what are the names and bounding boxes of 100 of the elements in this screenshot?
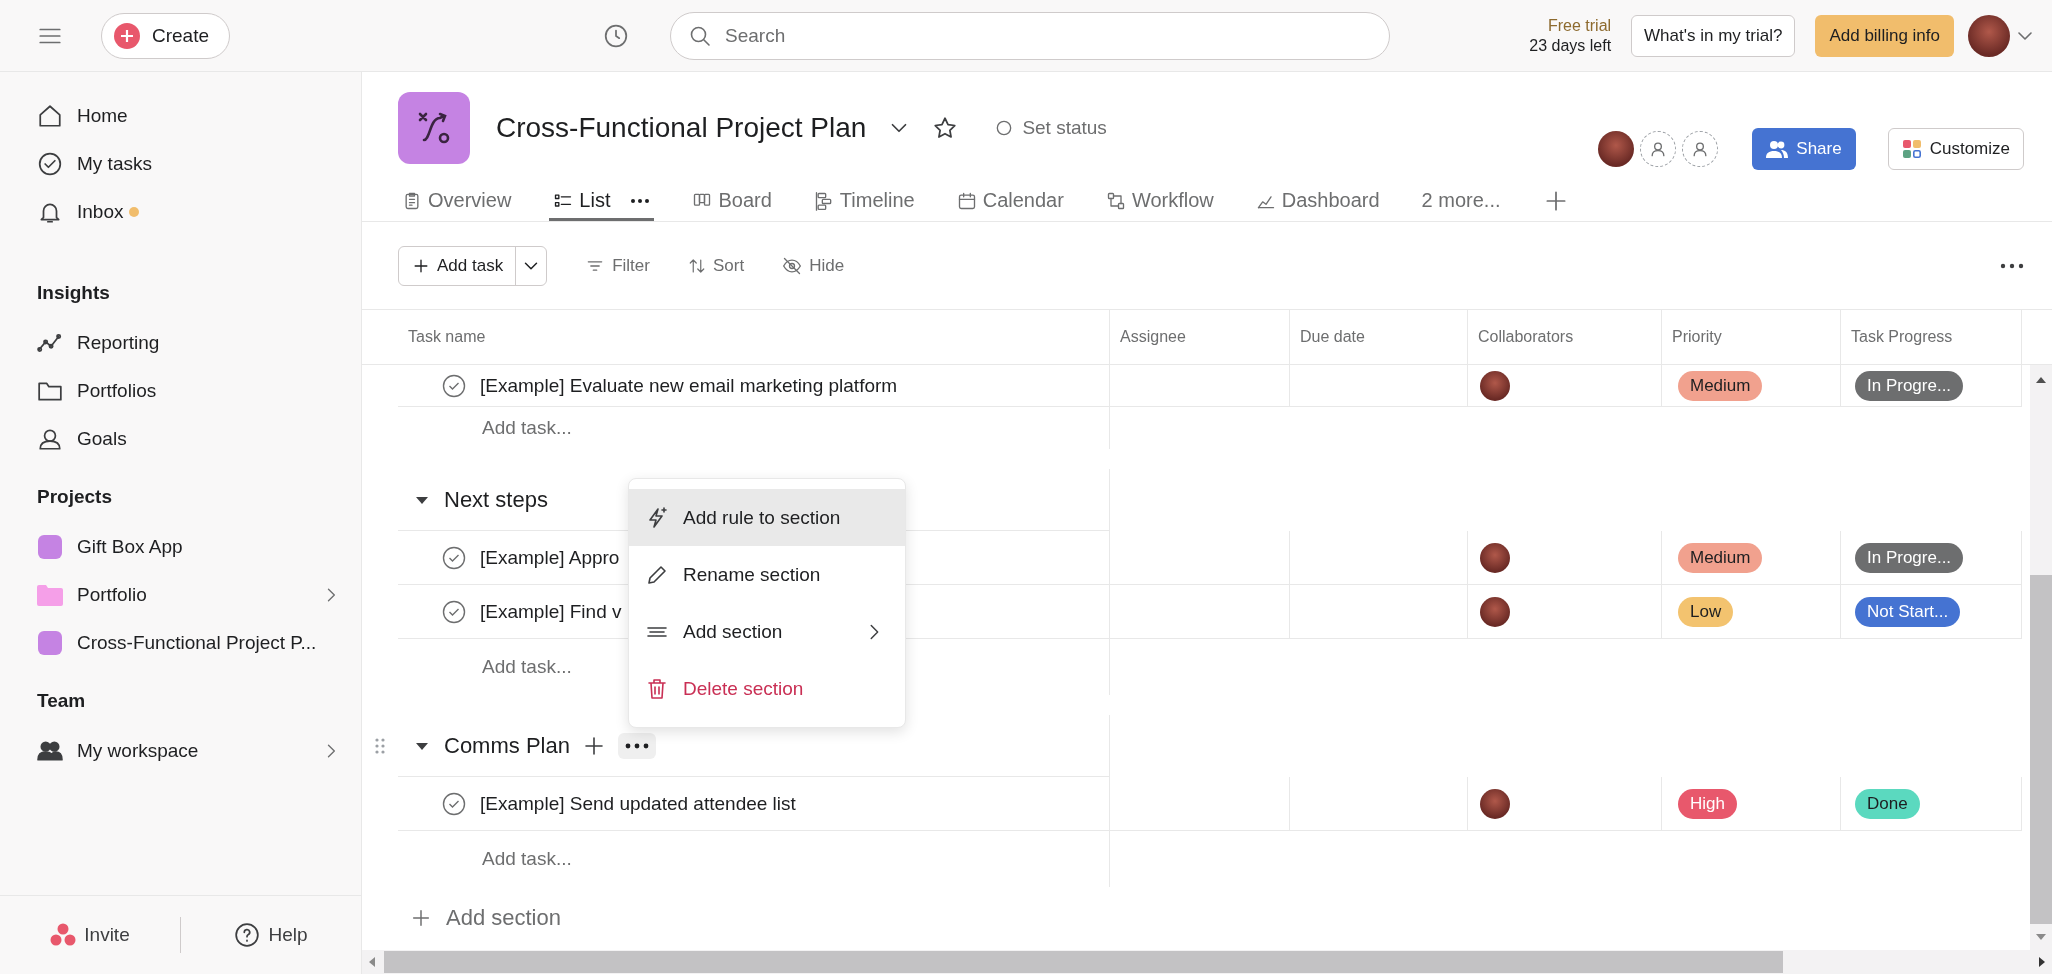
customize-button[interactable]: Customize: [1887, 128, 2024, 170]
help-icon: [234, 922, 261, 948]
plus-icon: [114, 22, 140, 49]
horizontal-scrollbar[interactable]: [362, 950, 2052, 974]
drag-handle-icon[interactable]: [374, 737, 386, 755]
more-options-icon[interactable]: [2000, 262, 2024, 269]
priority-tag[interactable]: Medium: [1678, 542, 1763, 573]
priority-tag[interactable]: Low: [1678, 596, 1734, 627]
sidebar-item[interactable]: Cross-Functional Project P...: [0, 619, 361, 667]
set-status-button[interactable]: Set status: [994, 117, 1107, 139]
user-avatar: [1968, 14, 2010, 57]
view-tab[interactable]: Dashboard: [1251, 183, 1384, 221]
collaborator-avatar: [1480, 788, 1510, 819]
scroll-right-icon[interactable]: [2038, 956, 2046, 968]
trash-icon: [645, 676, 669, 701]
scroll-left-icon[interactable]: [368, 956, 376, 968]
menu-item[interactable]: Add section: [629, 603, 905, 660]
sidebar-item[interactable]: Inbox: [0, 188, 361, 236]
task-name[interactable]: [Example] Send updated attendee list: [480, 792, 796, 815]
more-tabs-button[interactable]: 2 more...: [1417, 183, 1505, 221]
hide-button[interactable]: Hide: [782, 255, 845, 276]
filter-button[interactable]: Filter: [585, 255, 650, 276]
project-title: Cross-Functional Project Plan: [496, 112, 867, 144]
column-header[interactable]: Task Progress: [1841, 310, 2022, 364]
collaborator-avatar: [1480, 596, 1510, 627]
collaborator-avatar: [1480, 542, 1510, 573]
help-button[interactable]: Help: [181, 922, 361, 948]
billing-button[interactable]: Add billing info: [1815, 14, 1954, 57]
sidebar-item[interactable]: Reporting: [0, 319, 361, 367]
vertical-scrollbar[interactable]: [2030, 365, 2052, 950]
view-tab[interactable]: Workflow: [1101, 183, 1218, 221]
create-button[interactable]: Create: [101, 12, 231, 59]
add-section-button[interactable]: Add section: [362, 887, 2030, 949]
add-task-link[interactable]: Add task...: [482, 656, 572, 678]
workflow-icon: [1105, 190, 1126, 211]
people-icon: [1766, 139, 1789, 159]
home-icon: [37, 103, 63, 129]
clock-icon: [603, 22, 630, 49]
trial-info-button[interactable]: What's in my trial?: [1631, 14, 1796, 57]
more-options-icon[interactable]: [623, 741, 650, 750]
menu-item[interactable]: Rename section: [629, 546, 905, 603]
task-name[interactable]: [Example] Find v: [480, 600, 622, 623]
menu-item[interactable]: Add rule to section: [629, 489, 905, 546]
column-header[interactable]: Assignee: [1110, 310, 1290, 364]
sidebar-item[interactable]: Goals: [0, 415, 361, 463]
plus-icon: [410, 907, 432, 929]
progress-tag[interactable]: Done: [1855, 788, 1920, 819]
progress-tag[interactable]: In Progre...: [1855, 370, 1964, 401]
check-circle-icon[interactable]: [442, 373, 466, 398]
member-avatar: [1598, 131, 1635, 167]
section-title[interactable]: Next steps: [444, 486, 548, 513]
add-task-link[interactable]: Add task...: [482, 417, 572, 439]
invite-button[interactable]: Invite: [0, 923, 180, 947]
column-header[interactable]: Priority: [1662, 310, 1841, 364]
search-field[interactable]: Search: [670, 11, 1391, 60]
task-name[interactable]: [Example] Appro: [480, 546, 620, 569]
view-tab[interactable]: Timeline: [809, 183, 919, 221]
priority-tag[interactable]: Medium: [1678, 370, 1763, 401]
sidebar-item[interactable]: Portfolios: [0, 367, 361, 415]
check-circle-icon[interactable]: [442, 545, 466, 570]
project-icon: [398, 92, 470, 164]
sort-button[interactable]: Sort: [687, 255, 745, 276]
check-circle-icon: [37, 151, 63, 177]
sidebar-item[interactable]: My tasks: [0, 140, 361, 188]
chevron-down-icon: [2018, 31, 2032, 40]
sidebar-item[interactable]: Home: [0, 92, 361, 140]
trial-days-left: 23 days left: [1529, 35, 1612, 56]
add-task-link[interactable]: Add task...: [482, 848, 572, 870]
calendar-icon: [956, 190, 977, 211]
check-circle-icon[interactable]: [442, 599, 466, 624]
scroll-up-icon[interactable]: [2035, 375, 2047, 385]
view-tab[interactable]: Overview: [398, 183, 516, 221]
scroll-down-icon[interactable]: [2035, 932, 2047, 942]
check-circle-icon[interactable]: [442, 791, 466, 816]
view-tab[interactable]: Board: [688, 183, 776, 221]
progress-tag[interactable]: In Progre...: [1855, 542, 1964, 573]
more-options-button[interactable]: [617, 732, 656, 759]
trial-label: Free trial: [1546, 15, 1612, 36]
people-icon: [37, 738, 63, 764]
eye-off-icon: [782, 255, 803, 276]
sidebar-item[interactable]: My workspace: [0, 727, 361, 775]
sidebar-section-title: Projects: [36, 485, 113, 509]
column-header[interactable]: Collaborators: [1468, 310, 1662, 364]
view-tab[interactable]: Calendar: [952, 183, 1068, 221]
sidebar-item[interactable]: Portfolio: [0, 571, 361, 619]
section-title[interactable]: Comms Plan: [444, 732, 570, 759]
task-name[interactable]: [Example] Evaluate new email marketing platform: [480, 374, 898, 397]
sidebar-section-title: Team: [36, 689, 87, 713]
star-icon: [932, 115, 959, 141]
sort-icon: [687, 256, 706, 275]
timeline-icon: [813, 190, 834, 211]
three-dots-logo-icon: [50, 923, 77, 947]
progress-tag[interactable]: Not Start...: [1855, 596, 1961, 627]
column-header[interactable]: Task name: [398, 310, 1110, 364]
sidebar-item[interactable]: Gift Box App: [0, 523, 361, 571]
menu-item[interactable]: Delete section: [629, 660, 905, 717]
collaborator-avatar: [1480, 370, 1510, 401]
column-header[interactable]: Due date: [1290, 310, 1468, 364]
share-button[interactable]: Share: [1752, 128, 1856, 170]
view-tab[interactable]: List: [549, 183, 655, 221]
